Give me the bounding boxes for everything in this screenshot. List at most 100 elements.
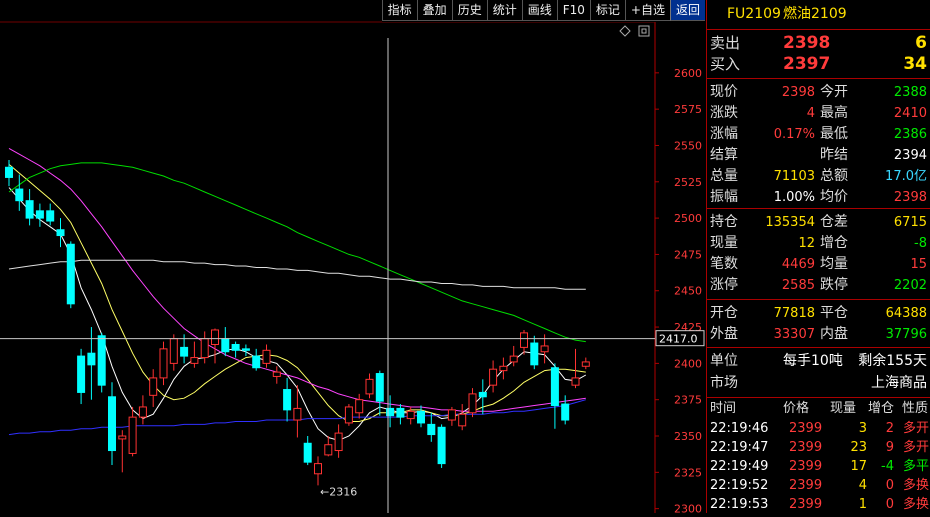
candle-down (35, 210, 44, 219)
candle-down (303, 442, 312, 463)
tick-nature: 多开 (902, 421, 929, 436)
candle-up (355, 399, 364, 414)
toolbar-button-7[interactable]: +自选 (624, 0, 670, 21)
toolbar-button-3[interactable]: 统计 (486, 0, 522, 21)
tick-row[interactable]: 22:19:52 2399 4 0 多换 (707, 476, 930, 495)
candle-up (293, 407, 302, 421)
toolbar-button-0[interactable]: 指标 (381, 0, 417, 21)
candle-down (561, 403, 570, 421)
stat-value: 71103 (773, 169, 815, 184)
stat-value: 15 (910, 257, 927, 272)
stat-label: 涨幅 (710, 126, 738, 142)
candle-up (334, 432, 343, 452)
candle-down (87, 352, 96, 366)
divider (707, 347, 930, 348)
stat-label: 仓差 (820, 214, 848, 230)
buy-volume: 34 (903, 54, 927, 74)
stat-label: 昨结 (820, 147, 848, 163)
y-tick-label: 2525 (674, 176, 702, 189)
unit-row: 单位 每手10吨 剩余155天 (707, 351, 930, 372)
tick-oi-change: 2 (885, 421, 894, 436)
toolbar-button-6[interactable]: 标记 (589, 0, 625, 21)
stat-label: 现价 (710, 84, 738, 100)
stat-label: 总额 (820, 168, 848, 184)
tick-volume: 3 (858, 421, 867, 436)
crosshair-price-label: 2417.0 (659, 333, 698, 346)
kline-chart-area[interactable]: 2300 2325 2350 2375 2400 2425 2450 2475 2500 2525… (0, 0, 705, 516)
tick-row[interactable]: 22:19:46 2399 3 2 多开 (707, 419, 930, 438)
tick-time: 22:19:53 (710, 497, 769, 512)
moving-average-line-ma3 (8, 147, 586, 412)
stat-row: 涨停 2585 跌停 2202 (707, 275, 930, 296)
buy-row[interactable]: 买入 2397 34 (707, 54, 930, 75)
candle-down (66, 243, 75, 305)
y-tick-label: 2300 (674, 503, 702, 513)
y-tick-label: 2400 (674, 357, 702, 370)
chart-toolbar: 指标 叠加 历史 统计 画线 F10 标记 +自选 返回 (381, 0, 705, 22)
candle-down (437, 426, 446, 465)
stat-value: 2398 (781, 85, 815, 100)
stat-value: 135354 (765, 215, 815, 230)
contract-code: FU2109 (727, 6, 781, 22)
tick-time: 22:19:46 (710, 421, 769, 436)
moving-average-line-ma2 (8, 164, 586, 422)
kline-chart[interactable]: 2300232523502375240024252450247525002525… (0, 0, 705, 516)
candle-down (283, 389, 292, 411)
stat-label: 跌停 (820, 277, 848, 293)
y-tick-label: 2500 (674, 212, 702, 225)
candle-up (499, 365, 508, 372)
candle-up (406, 410, 415, 420)
candle-down (550, 367, 559, 407)
unit-label: 单位 (710, 353, 738, 369)
stat-value: 77818 (773, 306, 815, 321)
candle-down (108, 396, 116, 452)
stat-value: 37796 (885, 327, 927, 342)
tick-row[interactable]: 22:19:47 2399 23 9 多开 (707, 438, 930, 457)
stat-label: 平仓 (820, 305, 848, 321)
candle-down (25, 200, 34, 219)
tick-oi-change: 0 (885, 478, 894, 493)
candle-up (314, 463, 322, 475)
stat-value: 17.0亿 (885, 169, 927, 184)
tick-header-volume: 现量 (830, 401, 857, 416)
toolbar-button-5[interactable]: F10 (556, 0, 590, 21)
candle-up (468, 393, 477, 414)
stat-label: 涨跌 (710, 105, 738, 121)
stat-value: 6715 (893, 215, 927, 230)
tick-nature: 多换 (902, 497, 929, 512)
tick-nature: 多平 (902, 459, 929, 474)
tick-time: 22:19:47 (710, 440, 769, 455)
tick-row[interactable]: 22:19:49 2399 17 -4 多平 (707, 457, 930, 476)
stat-value: 2398 (893, 190, 927, 205)
stat-row: 外盘 33307 内盘 37796 (707, 324, 930, 345)
candle-down (478, 391, 487, 398)
candle-down (375, 373, 384, 402)
tick-oi-change: 9 (885, 440, 894, 455)
window-restore-icon-inner (641, 28, 647, 34)
toolbar-button-2[interactable]: 历史 (451, 0, 487, 21)
tick-price: 2399 (789, 440, 823, 455)
tick-header-nature: 性质 (902, 401, 929, 416)
remaining-days: 剩余155天 (858, 353, 927, 369)
candle-down (252, 355, 261, 369)
toolbar-button-4[interactable]: 画线 (521, 0, 557, 21)
tick-header-row: 时间 价格 现量 增仓 性质 (707, 398, 930, 419)
tick-row[interactable]: 22:19:53 2399 1 0 多换 (707, 495, 930, 514)
candle-up (128, 416, 137, 454)
stat-value: 33307 (773, 327, 815, 342)
stat-label: 最低 (820, 126, 848, 142)
tick-price: 2399 (789, 459, 823, 474)
sell-row[interactable]: 卖出 2398 6 (707, 33, 930, 54)
stat-label: 持仓 (710, 214, 738, 230)
candle-up (458, 413, 467, 427)
stat-label: 开仓 (710, 305, 738, 321)
buy-price: 2397 (783, 54, 831, 74)
stat-row: 涨幅 0.17% 最低 2386 (707, 124, 930, 145)
toolbar-button-8[interactable]: 返回 (669, 0, 705, 21)
divider (707, 299, 930, 300)
moving-average-line-ma4 (8, 162, 586, 343)
stat-value: 4469 (781, 257, 815, 272)
toolbar-button-1[interactable]: 叠加 (416, 0, 452, 21)
candle-up (489, 368, 498, 386)
y-tick-label: 2475 (674, 248, 702, 261)
